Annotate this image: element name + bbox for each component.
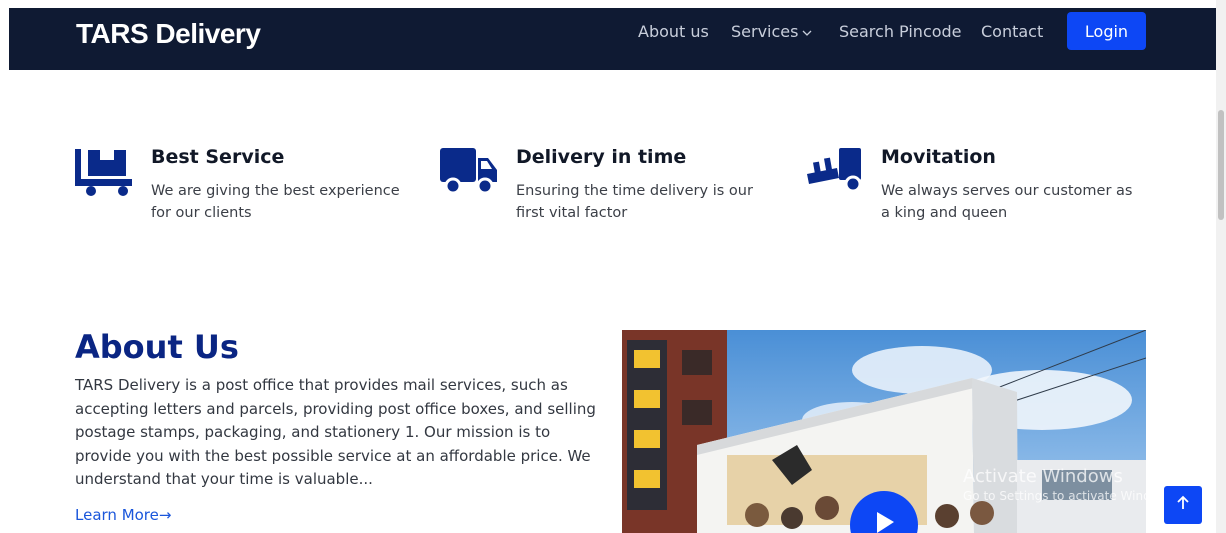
nav-services-label: Services (731, 22, 799, 41)
top-navbar: TARS Delivery About us Services Search P… (9, 8, 1216, 70)
scrollbar-thumb[interactable] (1218, 110, 1224, 220)
dolly-icon (807, 148, 862, 193)
nav-services[interactable]: Services (731, 22, 812, 41)
chevron-down-icon (803, 30, 812, 36)
learn-more-link[interactable]: Learn More→ (75, 506, 171, 524)
arrow-up-icon (1177, 495, 1189, 509)
hand-truck-icon (75, 149, 132, 196)
about-video-thumbnail[interactable] (622, 330, 1146, 533)
scroll-to-top-button[interactable] (1164, 486, 1202, 524)
page-scrollbar[interactable] (1216, 0, 1226, 533)
brand-logo[interactable]: TARS Delivery (76, 18, 261, 50)
feature-title: Delivery in time (516, 146, 687, 168)
truck-icon (440, 148, 497, 195)
feature-title: Movitation (881, 146, 996, 168)
feature-title: Best Service (151, 146, 285, 168)
about-title: About Us (75, 328, 239, 366)
feature-text: Ensuring the time delivery is our first … (516, 183, 753, 221)
about-text: TARS Delivery is a post office that prov… (75, 376, 596, 488)
nav-search-pincode[interactable]: Search Pincode (839, 22, 962, 41)
login-button[interactable]: Login (1067, 12, 1146, 50)
nav-contact[interactable]: Contact (981, 22, 1043, 41)
moving-truck-photo (622, 330, 1146, 533)
nav-about[interactable]: About us (638, 22, 709, 41)
feature-text: We are giving the best experience for ou… (151, 183, 400, 221)
feature-text: We always serves our customer as a king … (881, 183, 1133, 221)
